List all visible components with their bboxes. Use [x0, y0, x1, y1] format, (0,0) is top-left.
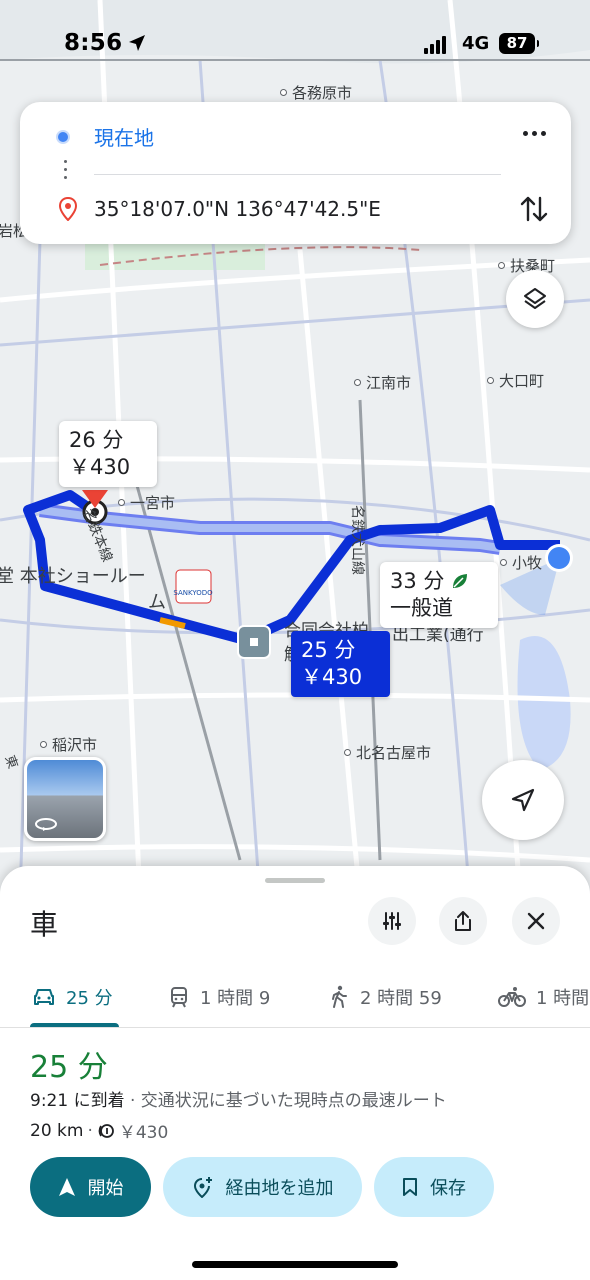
start-button[interactable]: 開始: [30, 1157, 151, 1217]
network-type: 4G: [462, 33, 490, 54]
share-button[interactable]: [439, 897, 487, 945]
action-buttons: 開始 経由地を追加 保存: [30, 1157, 494, 1217]
svg-text:SANKYODO: SANKYODO: [173, 589, 213, 597]
route-alt-callout[interactable]: 26 分 ￥430: [59, 421, 157, 487]
tab-cycling[interactable]: 1 時間: [498, 966, 589, 1028]
status-bar: 8:56 4G 87: [0, 0, 590, 90]
battery-icon: 87: [499, 33, 539, 54]
street-view-thumbnail[interactable]: [24, 757, 106, 841]
home-indicator: [192, 1261, 398, 1268]
origin-field[interactable]: 現在地: [56, 122, 154, 151]
place-konan[interactable]: 江南市: [354, 372, 411, 393]
destination-text: 35°18'07.0"N 136°47'42.5"E: [94, 197, 381, 221]
layers-button[interactable]: [506, 270, 564, 328]
navigation-arrow-icon: [511, 788, 535, 812]
poi-showroom[interactable]: 堂 本社ショールー: [0, 562, 146, 588]
origin-text: 現在地: [94, 126, 154, 150]
place-oguchi[interactable]: 大口町: [487, 370, 544, 391]
add-location-icon: [193, 1177, 212, 1198]
route-best-fare: ￥430: [301, 665, 363, 689]
my-location-button[interactable]: [482, 760, 564, 840]
add-stop-button[interactable]: 経由地を追加: [163, 1157, 362, 1217]
add-stop-label: 経由地を追加: [225, 1178, 334, 1199]
place-ichinomiya[interactable]: 一宮市: [118, 492, 175, 513]
navigation-icon: [58, 1178, 75, 1196]
bookmark-icon: [403, 1178, 417, 1196]
rail-label-inuyama: 名鉄犬山線: [349, 505, 365, 575]
pin-icon: [58, 197, 78, 221]
save-button-label: 保存: [430, 1178, 466, 1199]
active-tab-indicator: [30, 1023, 119, 1027]
poi-showroom-line2[interactable]: ム: [148, 588, 166, 614]
arrival-note: · 交通状況に基づいた現時点の最速ルート: [124, 1091, 447, 1111]
tab-driving-label: 25 分: [66, 988, 113, 1009]
toll-amount: ￥430: [118, 1123, 169, 1143]
tab-walking-label: 2 時間 59: [360, 988, 442, 1009]
train-icon: [171, 987, 187, 1008]
distance-separator: ·: [87, 1120, 93, 1141]
route-input-card: 現在地 35°18'07.0"N 136°47'42.5"E: [20, 102, 571, 244]
route-distance: 20 km: [30, 1120, 84, 1141]
close-button[interactable]: [512, 897, 560, 945]
place-komaki[interactable]: 小牧: [500, 552, 542, 573]
route-dots: [64, 160, 67, 179]
signal-icon: [424, 36, 446, 54]
arrival-time: 9:21 に到着: [30, 1091, 125, 1111]
route-alt2-type: 一般道: [390, 596, 453, 620]
divider: [94, 174, 501, 175]
place-inazawa[interactable]: 稲沢市: [40, 734, 97, 755]
route-duration: 25 分: [30, 1050, 108, 1085]
status-time: 8:56: [64, 30, 123, 56]
sheet-handle[interactable]: [265, 878, 325, 883]
more-options-button[interactable]: [517, 116, 551, 150]
tab-transit[interactable]: 1 時間 9: [168, 966, 270, 1028]
route-alt2-time: 33 分: [390, 569, 445, 593]
car-icon: [34, 989, 54, 1005]
tune-icon: [383, 912, 401, 930]
tab-driving[interactable]: 25 分: [32, 966, 113, 1028]
tab-walking[interactable]: 2 時間 59: [328, 966, 442, 1028]
destination-field[interactable]: 35°18'07.0"N 136°47'42.5"E: [58, 197, 381, 221]
swap-icon[interactable]: [517, 190, 551, 228]
travel-mode-tabs: 25 分 1 時間 9 2 時間 59 1 時間: [0, 966, 590, 1028]
share-icon: [455, 911, 471, 931]
route-best-callout[interactable]: 25 分 ￥430: [291, 631, 390, 697]
save-button[interactable]: 保存: [374, 1157, 494, 1217]
bike-icon: [498, 987, 526, 1007]
route-alt-time: 26 分: [69, 428, 124, 452]
close-icon: [527, 912, 545, 930]
start-button-label: 開始: [87, 1178, 124, 1199]
route-alt-fare: ￥430: [69, 455, 131, 479]
tab-cycling-label: 1 時間: [536, 988, 590, 1009]
directions-sheet: 車 25 分 1 時間 9 2 時間 59 1 時間 25 分 9:21 に到着…: [0, 866, 590, 1280]
walk-icon: [332, 985, 347, 1008]
arrival-info: 9:21 に到着 · 交通状況に基づいた現時点の最速ルート: [30, 1086, 447, 1111]
distance-info: 20 km · ￥430: [30, 1118, 169, 1144]
tab-transit-label: 1 時間 9: [200, 988, 271, 1009]
route-options-button[interactable]: [368, 897, 416, 945]
place-kitanagoya[interactable]: 北名古屋市: [344, 742, 431, 763]
route-alt2-callout[interactable]: 33 分 一般道: [380, 562, 498, 628]
origin-dot-icon: [56, 129, 70, 144]
eco-leaf-icon: [453, 574, 468, 588]
location-arrow-icon: [129, 35, 145, 51]
layers-icon: [524, 288, 546, 309]
rotate-360-icon: [35, 818, 57, 831]
route-best-time: 25 分: [301, 638, 356, 662]
sheet-title: 車: [30, 908, 59, 941]
toll-icon: [98, 1123, 114, 1138]
